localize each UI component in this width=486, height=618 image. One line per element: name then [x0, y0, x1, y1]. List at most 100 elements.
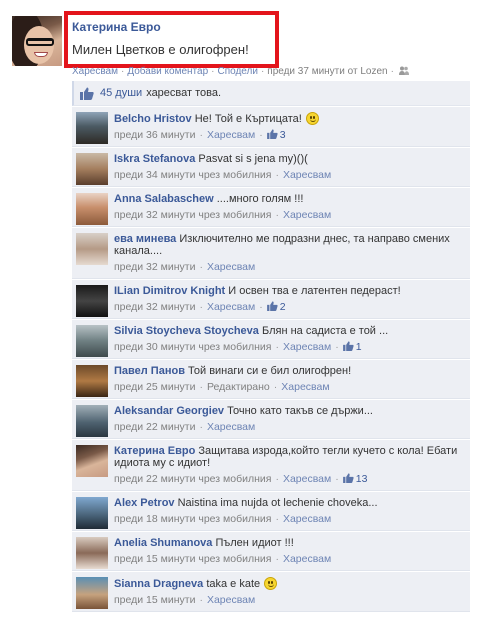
commenter-avatar[interactable]: [76, 285, 108, 317]
commenter-avatar[interactable]: [76, 112, 108, 144]
post-timestamp[interactable]: преди 37 минути от Lozen: [267, 66, 387, 77]
comment-like-link[interactable]: Харесвам: [283, 553, 331, 565]
comment-like-count[interactable]: 1: [342, 341, 362, 353]
commenter-avatar[interactable]: [76, 325, 108, 357]
comment-like-link[interactable]: Харесвам: [283, 209, 331, 221]
comment-timestamp[interactable]: преди 32 минути: [114, 301, 195, 313]
comment-like-link[interactable]: Харесвам: [283, 341, 331, 353]
comment-like-count[interactable]: 2: [266, 301, 286, 313]
comment-meta: преди 22 минути · Харесвам: [114, 421, 256, 433]
likes-summary: 45 души харесват това.: [72, 81, 470, 106]
commenter-name[interactable]: ILian Dimitrov Knight: [114, 285, 225, 297]
comments-panel: 45 души харесват това. Belcho Hristov Не…: [72, 81, 470, 612]
commenter-avatar[interactable]: [76, 233, 108, 265]
commenter-name[interactable]: Alex Petrov: [114, 497, 175, 509]
comment-body: Silvia Stoycheva Stoycheva Блян на садис…: [114, 325, 464, 337]
commenter-avatar[interactable]: [76, 497, 108, 529]
commenter-name[interactable]: Павел Панов: [114, 365, 185, 377]
likes-count-link[interactable]: 45 души: [100, 87, 142, 99]
comment-like-link[interactable]: Харесвам: [207, 129, 255, 141]
comment-like-link[interactable]: Харесвам: [207, 301, 255, 313]
comment-body: Павел Панов Той винаги си е бил олигофре…: [114, 365, 464, 377]
comment-body: ева минева Изключително ме подразни днес…: [114, 233, 464, 257]
edited-label[interactable]: Редактирано: [207, 381, 270, 393]
post-comment-link[interactable]: Добави коментар: [127, 66, 208, 77]
commenter-name[interactable]: Belcho Hristov: [114, 113, 192, 125]
comment-like-count[interactable]: 3: [266, 129, 286, 141]
comment-text: taka e kate: [206, 578, 261, 590]
comment-timestamp[interactable]: преди 36 минути: [114, 129, 195, 141]
post-share-link[interactable]: Сподели: [217, 66, 257, 77]
comment-row: Anelia Shumanova Пълен идиот !!! преди 15…: [72, 531, 470, 571]
comment-like-count[interactable]: 13: [342, 473, 367, 485]
comment-body: Iskra Stefanova Pasvat si s jena my)()(: [114, 153, 464, 165]
comment-like-link[interactable]: Харесвам: [207, 261, 255, 273]
comment-timestamp[interactable]: преди 22 минути: [114, 421, 195, 433]
comment-text: Пълен идиот !!!: [215, 537, 294, 549]
comment-body: Belcho Hristov Не! Той е Къртицата!: [114, 112, 464, 125]
commenter-name[interactable]: Sianna Dragneva: [114, 578, 203, 590]
comment-timestamp[interactable]: преди 34 минути: [114, 169, 195, 181]
commenter-name[interactable]: Silvia Stoycheva Stoycheva: [114, 325, 259, 337]
commenter-avatar[interactable]: [76, 577, 108, 609]
comment-like-link[interactable]: Харесвам: [283, 169, 331, 181]
comment-meta: преди 34 минути чрез мобилния · Харесвам: [114, 169, 332, 181]
thumbs-up-icon: [266, 301, 278, 311]
via-mobile-label[interactable]: чрез мобилния: [198, 553, 271, 565]
comment-body: Alex Petrov Naistina ima nujda ot lechen…: [114, 497, 464, 509]
commenter-avatar[interactable]: [76, 193, 108, 225]
commenter-avatar[interactable]: [76, 365, 108, 397]
via-mobile-label[interactable]: чрез мобилния: [198, 341, 271, 353]
comment-body: Aleksandar Georgiev Точно като такъв се …: [114, 405, 464, 417]
commenter-avatar[interactable]: [76, 445, 108, 477]
comment-like-link[interactable]: Харесвам: [207, 421, 255, 433]
comment-like-link[interactable]: Харесвам: [207, 594, 255, 606]
comment-timestamp[interactable]: преди 22 минути: [114, 473, 195, 485]
comment-text: Блян на садиста е той ...: [261, 325, 389, 337]
comment-body: Sianna Dragneva taka e kate: [114, 577, 464, 590]
like-count-value: 2: [279, 301, 286, 313]
comment-like-link[interactable]: Харесвам: [283, 513, 331, 525]
commenter-avatar[interactable]: [76, 537, 108, 569]
comment-meta: преди 32 минути чрез мобилния · Харесвам: [114, 209, 332, 221]
comment-like-link[interactable]: Харесвам: [281, 381, 329, 393]
audience-friends-icon[interactable]: [398, 66, 409, 75]
comment-timestamp[interactable]: преди 32 минути: [114, 261, 195, 273]
via-mobile-label[interactable]: чрез мобилния: [198, 513, 271, 525]
smiley-emoticon-icon: [264, 577, 278, 590]
commenter-name[interactable]: Anelia Shumanova: [114, 537, 212, 549]
comment-timestamp[interactable]: преди 30 минути: [114, 341, 195, 353]
via-mobile-label[interactable]: чрез мобилния: [198, 209, 271, 221]
comment-timestamp[interactable]: преди 32 минути: [114, 209, 195, 221]
via-mobile-label[interactable]: чрез мобилния: [198, 473, 271, 485]
post-author-avatar[interactable]: [12, 16, 62, 66]
comment-body: Катерина Евро Защитава изрода,който тегл…: [114, 445, 464, 469]
comment-body: Anna Salabaschew ....много голям !!!: [114, 193, 464, 205]
post-author-name[interactable]: Катерина Евро: [72, 20, 161, 34]
commenter-name[interactable]: Катерина Евро: [114, 445, 195, 457]
comment-row: Aleksandar Georgiev Точно като такъв се …: [72, 399, 470, 439]
comment-timestamp[interactable]: преди 25 минути: [114, 381, 195, 393]
comment-timestamp[interactable]: преди 15 минути: [114, 553, 195, 565]
comment-row: Катерина Евро Защитава изрода,който тегл…: [72, 439, 470, 491]
comment-text: Той винаги си е бил олигофрен!: [188, 365, 352, 377]
comment-text: Naistina ima nujda ot lechenie choveka..…: [177, 497, 378, 509]
comment-text: И освен тва е латентен педераст!: [228, 285, 401, 297]
commenter-name[interactable]: ева минева: [114, 233, 176, 245]
comment-timestamp[interactable]: преди 18 минути: [114, 513, 195, 525]
comment-text: Не! Той е Къртицата!: [194, 113, 302, 125]
commenter-name[interactable]: Aleksandar Georgiev: [114, 405, 224, 417]
comment-row: Belcho Hristov Не! Той е Къртицата! преди…: [72, 106, 470, 147]
comment-timestamp[interactable]: преди 15 минути: [114, 594, 195, 606]
comment-like-link[interactable]: Харесвам: [283, 473, 331, 485]
comment-row: ILian Dimitrov Knight И освен тва е лате…: [72, 279, 470, 319]
comment-text: ....много голям !!!: [216, 193, 304, 205]
commenter-name[interactable]: Iskra Stefanova: [114, 153, 195, 165]
via-mobile-label[interactable]: чрез мобилния: [198, 169, 271, 181]
commenter-name[interactable]: Anna Salabaschew: [114, 193, 214, 205]
comment-row: Silvia Stoycheva Stoycheva Блян на садис…: [72, 319, 470, 359]
commenter-avatar[interactable]: [76, 153, 108, 185]
thumbs-up-icon: [342, 341, 354, 351]
commenter-avatar[interactable]: [76, 405, 108, 437]
post-like-link[interactable]: Харесвам: [72, 66, 118, 77]
